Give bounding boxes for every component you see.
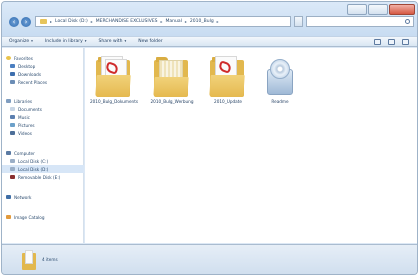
minimize-button[interactable]	[347, 4, 367, 15]
nav-videos[interactable]: Videos	[2, 129, 84, 137]
nav-local-disk-d[interactable]: Local Disk (D:)	[2, 165, 84, 173]
drive-icon	[10, 159, 15, 163]
search-icon	[405, 19, 410, 24]
nav-recent-places[interactable]: Recent Places	[2, 78, 84, 86]
folder-icon	[22, 250, 36, 270]
view-options	[374, 39, 409, 45]
breadcrumb-item[interactable]: MERCHANDISE EXCLUSIVES	[96, 19, 158, 24]
drive-icon	[10, 167, 15, 171]
forward-button[interactable]: ›	[21, 17, 31, 27]
nav-pictures[interactable]: Pictures	[2, 121, 84, 129]
pictures-icon	[10, 123, 15, 127]
maximize-button[interactable]	[368, 4, 388, 15]
nav-favorites[interactable]: Favorites	[2, 54, 84, 62]
nav-removable-disk[interactable]: Removable Disk (E:)	[2, 173, 84, 181]
file-list: 2010_Bulg_Dokum­­ents 2010_Bulg_Werbung …	[85, 48, 417, 243]
setup-file-icon	[265, 59, 295, 97]
folder-icon	[40, 19, 47, 24]
new-folder-button[interactable]: New folder	[138, 39, 162, 44]
refresh-button[interactable]	[294, 16, 303, 27]
nav-label: Desktop	[18, 63, 36, 69]
nav-label: Downloads	[18, 71, 41, 77]
share-with-button[interactable]: Share with ▾	[99, 39, 127, 44]
breadcrumb-item[interactable]: Local Disk (D:)	[55, 19, 88, 24]
nav-label: Documents	[18, 106, 42, 112]
explorer-window: ‹ › ▸ Local Disk (D:) ▸ MERCHANDISE EXCL…	[1, 1, 418, 275]
nav-label: Network	[14, 194, 32, 200]
nav-computer[interactable]: Computer	[2, 149, 84, 157]
title-bar: ‹ › ▸ Local Disk (D:) ▸ MERCHANDISE EXCL…	[2, 2, 417, 36]
chevron-down-icon: ▾	[31, 39, 33, 43]
address-bar[interactable]: ▸ Local Disk (D:) ▸ MERCHANDISE EXCLUSIV…	[35, 16, 291, 27]
star-icon	[6, 56, 11, 60]
image-catalog-icon	[6, 215, 11, 219]
nav-label: Local Disk (C:)	[18, 158, 49, 164]
command-bar: Organize ▾ Include in library ▾ Share with…	[2, 36, 417, 47]
nav-label: Libraries	[14, 98, 33, 104]
close-button[interactable]	[389, 4, 415, 15]
documents-icon	[10, 107, 15, 111]
file-name: Readme	[271, 99, 289, 104]
nav-label: Removable Disk (E:)	[18, 174, 61, 180]
organize-label: Organize	[9, 39, 30, 44]
recent-places-icon	[10, 80, 15, 84]
nav-local-disk-c[interactable]: Local Disk (C:)	[2, 157, 84, 165]
nav-label: Music	[18, 114, 30, 120]
help-icon[interactable]	[402, 39, 409, 45]
pdf-folder-icon	[95, 55, 131, 97]
nav-libraries[interactable]: Libraries	[2, 97, 84, 105]
nav-label: Pictures	[18, 122, 35, 128]
preview-pane-icon[interactable]	[388, 39, 395, 45]
chevron-right-icon: ▸	[50, 19, 53, 24]
organize-button[interactable]: Organize ▾	[9, 39, 33, 44]
nav-image-catalog[interactable]: Image Catalog	[2, 213, 84, 221]
nav-documents[interactable]: Documents	[2, 105, 84, 113]
network-icon	[6, 195, 11, 199]
details-pane: 4 items	[2, 244, 417, 274]
nav-label: Image Catalog	[14, 214, 45, 220]
file-name: 2010_Bulg_Dokum­­ents	[89, 99, 139, 104]
nav-label: Computer	[14, 150, 35, 156]
change-view-icon[interactable]	[374, 39, 381, 45]
nav-label: Favorites	[14, 55, 33, 61]
breadcrumb-item[interactable]: 2010_Bulg	[190, 19, 214, 24]
nav-label: Recent Places	[18, 79, 48, 85]
chevron-down-icon: ▾	[124, 39, 127, 43]
file-item[interactable]: 2010_Bulg_Werbung	[147, 53, 197, 113]
file-name: 2010_Bulg_Werbung	[150, 99, 194, 104]
nav-downloads[interactable]: Downloads	[2, 70, 84, 78]
item-count: 4 items	[42, 257, 58, 262]
nav-label: Local Disk (D:)	[18, 166, 49, 172]
share-label: Share with	[98, 39, 123, 44]
back-button[interactable]: ‹	[9, 17, 19, 27]
chevron-right-icon: ▸	[184, 19, 187, 24]
videos-icon	[10, 131, 15, 135]
file-name: 2010_Update	[214, 99, 242, 104]
binder-folder-icon	[153, 55, 189, 97]
chevron-right-icon: ▸	[90, 19, 93, 24]
library-icon	[6, 99, 11, 103]
nav-label: Videos	[18, 130, 32, 136]
pdf-folder-icon	[209, 55, 245, 97]
search-input[interactable]	[306, 16, 414, 27]
file-item[interactable]: 2010_Update	[203, 53, 253, 113]
navigation-pane: Favorites Desktop Downloads Recent Place…	[2, 48, 84, 243]
include-in-library-button[interactable]: Include in library ▾	[45, 39, 87, 44]
desktop-icon	[10, 64, 15, 68]
chevron-right-icon: ▸	[216, 19, 219, 24]
nav-network[interactable]: Network	[2, 193, 84, 201]
include-label: Include in library	[44, 39, 83, 44]
file-item[interactable]: Readme	[255, 53, 305, 113]
removable-drive-icon	[10, 175, 15, 179]
chevron-right-icon: ▸	[160, 19, 163, 24]
nav-music[interactable]: Music	[2, 113, 84, 121]
breadcrumb-item[interactable]: Manual	[166, 19, 182, 24]
chevron-down-icon: ▾	[84, 39, 87, 43]
nav-desktop[interactable]: Desktop	[2, 62, 84, 70]
file-item[interactable]: 2010_Bulg_Dokum­­ents	[89, 53, 139, 113]
music-icon	[10, 115, 15, 119]
downloads-icon	[10, 72, 15, 76]
computer-icon	[6, 151, 11, 155]
